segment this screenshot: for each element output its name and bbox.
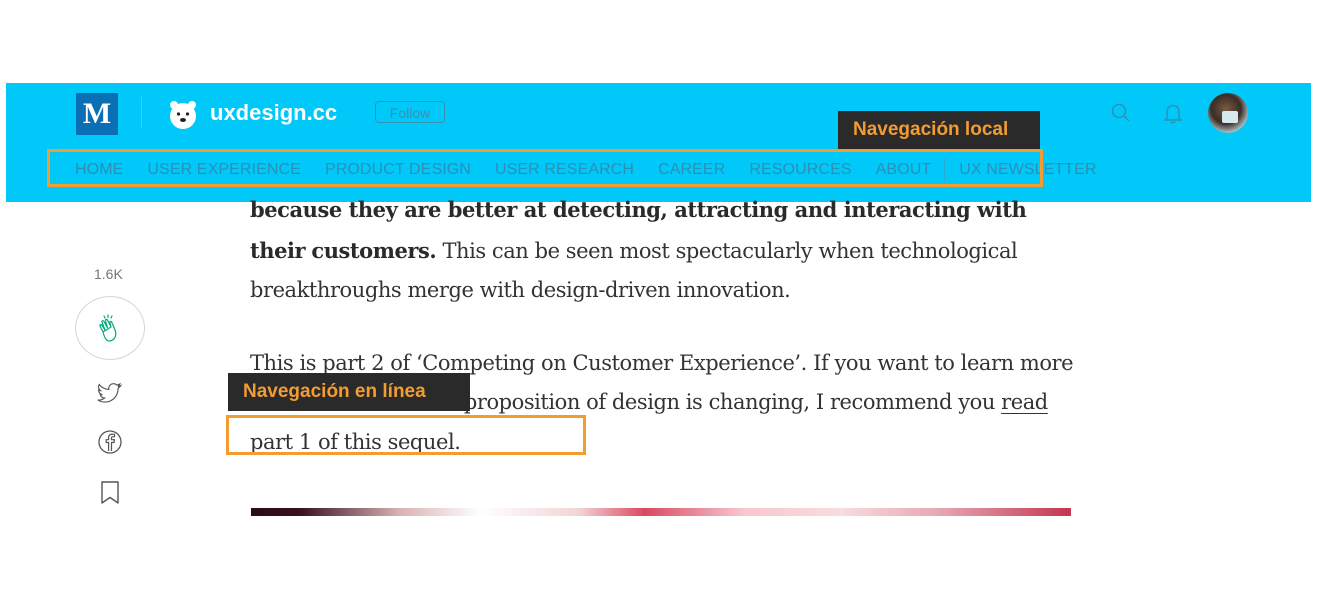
avatar[interactable] [1208,93,1248,133]
article-paragraph: because they are better at detecting, at… [250,190,1080,311]
follow-button[interactable]: Follow [375,101,445,123]
clap-count: 1.6K [94,266,123,282]
clap-icon [99,314,117,342]
clap-button[interactable] [75,296,145,360]
local-nav-annotation-label: Navegación local [838,111,1040,149]
search-icon[interactable] [1108,100,1134,126]
inline-nav-highlight [226,415,586,455]
facebook-icon[interactable] [96,428,124,456]
logo-divider [141,97,142,129]
hero-image [251,508,1071,516]
bold-text: customers. [311,237,437,263]
polar-bear-logo-icon[interactable] [166,97,200,131]
bookmark-icon[interactable] [96,478,124,506]
medium-logo[interactable]: M [76,93,118,135]
twitter-icon[interactable] [96,380,124,408]
local-nav-highlight [47,149,1043,187]
bell-icon[interactable] [1160,100,1186,126]
publication-name[interactable]: uxdesign.cc [210,97,337,129]
inline-nav-annotation-label: Navegación en línea [228,373,470,411]
